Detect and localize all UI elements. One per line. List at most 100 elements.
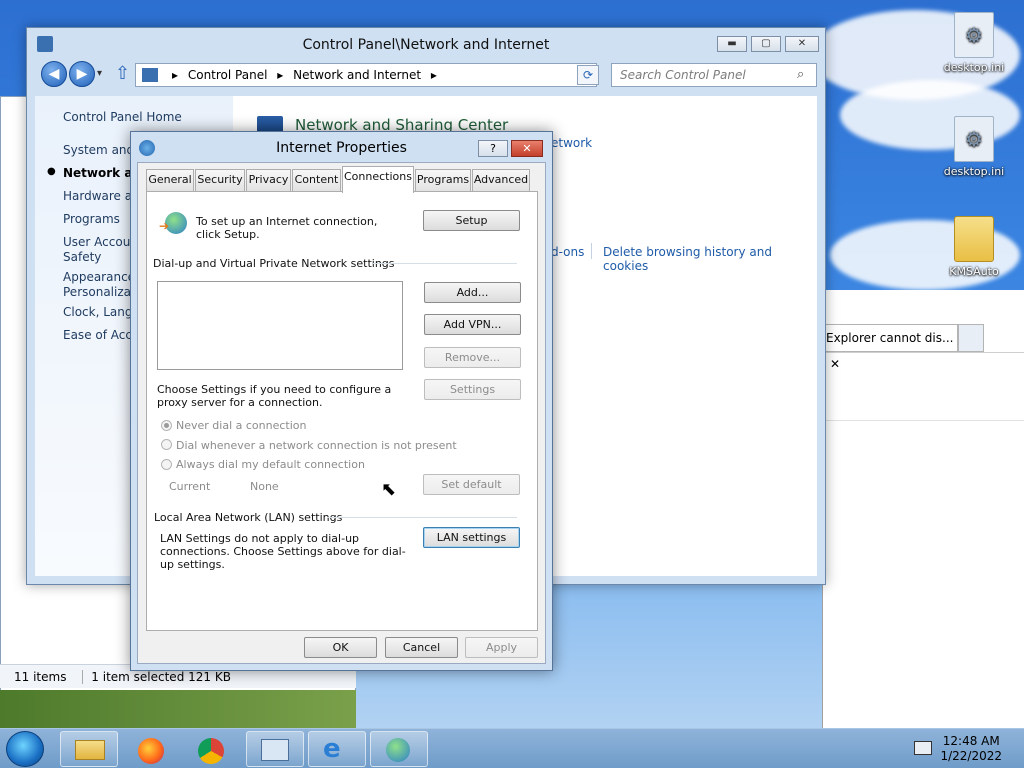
sidebar-item-user-accounts[interactable]: User Accoun [63,235,138,249]
remove-button[interactable]: Remove... [424,347,521,368]
add-button[interactable]: Add... [424,282,521,303]
ie-tab[interactable]: Explorer cannot dis... ✕ [823,324,958,371]
internet-properties-icon [386,738,410,762]
clock-date: 1/22/2022 [940,749,1002,763]
sidebar-item-personalization[interactable]: Personalizati [63,285,139,299]
firefox-icon [138,738,164,764]
taskbar-internet-explorer[interactable]: e [308,731,366,767]
connections-panel: ➔ To set up an Internet connection, clic… [146,191,538,631]
recent-pages-chevron-icon[interactable]: ▾ [97,68,102,79]
status-selection: 1 item selected 121 KB [82,670,231,684]
chrome-icon [198,738,224,764]
close-icon[interactable]: ✕ [830,357,840,371]
radio-never-dial[interactable] [161,420,172,431]
desktop-icon-label: KMSAuto [949,265,999,278]
divider [823,420,1024,421]
start-button[interactable] [6,731,44,767]
folder-icon [954,216,994,262]
addons-link[interactable]: d-ons [551,245,584,259]
new-tab-button[interactable] [958,324,984,352]
close-button[interactable]: ✕ [785,36,819,52]
settings-button[interactable]: Settings [424,379,521,400]
address-bar[interactable]: ▸ Control Panel ▸ Network and Internet ▸… [135,63,597,87]
taskbar-internet-properties[interactable] [370,731,428,767]
wallpaper-grass [0,690,356,728]
internet-explorer-window: Explorer cannot dis... ✕ [822,290,1024,730]
tab-programs[interactable]: Programs [415,169,471,191]
file-explorer-icon [75,740,105,760]
taskbar-file-explorer[interactable] [60,731,118,767]
delete-browsing-history-link[interactable]: Delete browsing history and cookies [603,245,817,273]
control-panel-icon [37,36,53,52]
help-button[interactable]: ? [478,140,508,157]
sidebar-item-safety[interactable]: Safety [63,250,101,264]
control-panel-icon [142,68,158,82]
sidebar-item-appearance[interactable]: Appearance [63,270,135,284]
taskbar-control-panel[interactable] [246,731,304,767]
search-icon[interactable]: ⌕ [797,67,804,82]
close-button[interactable]: ✕ [511,140,543,157]
up-arrow-icon[interactable]: ⇧ [115,63,130,84]
lan-settings-button[interactable]: LAN settings [423,527,520,548]
sidebar-item-hardware[interactable]: Hardware an [63,189,140,203]
search-input[interactable]: Search Control Panel [611,63,817,87]
desktop-icon-desktop-ini-2[interactable]: desktop.ini [939,116,1009,178]
navigation-bar: ◀ ▶ ▾ ⇧ ▸ Control Panel ▸ Network and In… [35,61,817,91]
tab-security[interactable]: Security [195,169,245,191]
radio-always-dial[interactable] [161,459,172,470]
refresh-button[interactable]: ⟳ [577,65,599,85]
divider [373,263,517,264]
sidebar-item-programs[interactable]: Programs [63,212,120,226]
set-default-button[interactable]: Set default [423,474,520,495]
sidebar-item-home[interactable]: Control Panel Home [63,110,182,124]
radio-always-dial-label: Always dial my default connection [176,458,365,471]
apply-button[interactable]: Apply [465,637,538,658]
mouse-cursor-icon: ⬉ [381,479,397,500]
settings-file-icon [954,12,994,58]
setup-description: To set up an Internet connection, click … [196,215,378,241]
setup-button[interactable]: Setup [423,210,520,231]
tab-privacy[interactable]: Privacy [246,169,291,191]
sidebar-item-clock[interactable]: Clock, Langu [63,305,140,319]
internet-explorer-icon: e [323,734,341,764]
tab-general[interactable]: General [146,169,194,191]
status-item-count: 11 items [14,670,67,684]
divider [591,243,592,259]
lan-description: LAN Settings do not apply to dial-up con… [160,532,406,571]
tab-connections[interactable]: Connections [342,166,414,193]
breadcrumb-separator-icon: ▸ [430,68,437,82]
breadcrumb-network-and-internet[interactable]: Network and Internet [293,68,421,82]
bullet-icon: ● [47,166,56,177]
back-button[interactable]: ◀ [41,61,67,87]
settings-file-icon [954,116,994,162]
arrow-icon: ➔ [159,219,170,233]
control-panel-icon [261,739,289,761]
lan-group-label: Local Area Network (LAN) settings [154,511,343,524]
cancel-button[interactable]: Cancel [385,637,458,658]
connections-list[interactable] [157,281,403,370]
vpn-group-label: Dial-up and Virtual Private Network sett… [153,257,395,270]
forward-button[interactable]: ▶ [69,61,95,87]
divider [823,352,1024,353]
minimize-button[interactable]: ▬ [717,36,747,52]
dialog-body: General Security Privacy Content Connect… [137,162,546,664]
breadcrumb-separator-icon: ▸ [172,68,179,82]
desktop-icon-desktop-ini-1[interactable]: desktop.ini [939,12,1009,74]
taskbar-firefox[interactable] [122,731,180,767]
tab-advanced[interactable]: Advanced [472,169,530,191]
maximize-button[interactable]: ▢ [751,36,781,52]
taskbar: e 12:48 AM 1/22/2022 [0,728,1024,768]
network-tray-icon[interactable] [914,741,932,755]
desktop-icon-kmsauto[interactable]: KMSAuto [939,216,1009,278]
ok-button[interactable]: OK [304,637,377,658]
tab-content[interactable]: Content [292,169,341,191]
radio-dial-whenever[interactable] [161,439,172,450]
sidebar-item-ease-of-access[interactable]: Ease of Acce [63,328,139,342]
network-link[interactable]: etwork [551,136,592,150]
desktop-icon-label: desktop.ini [943,61,1005,74]
add-vpn-button[interactable]: Add VPN... [424,314,521,335]
clock[interactable]: 12:48 AM 1/22/2022 [940,734,1002,764]
taskbar-chrome[interactable] [182,731,240,767]
breadcrumb-control-panel[interactable]: Control Panel [188,68,268,82]
breadcrumb-separator-icon: ▸ [277,68,284,82]
